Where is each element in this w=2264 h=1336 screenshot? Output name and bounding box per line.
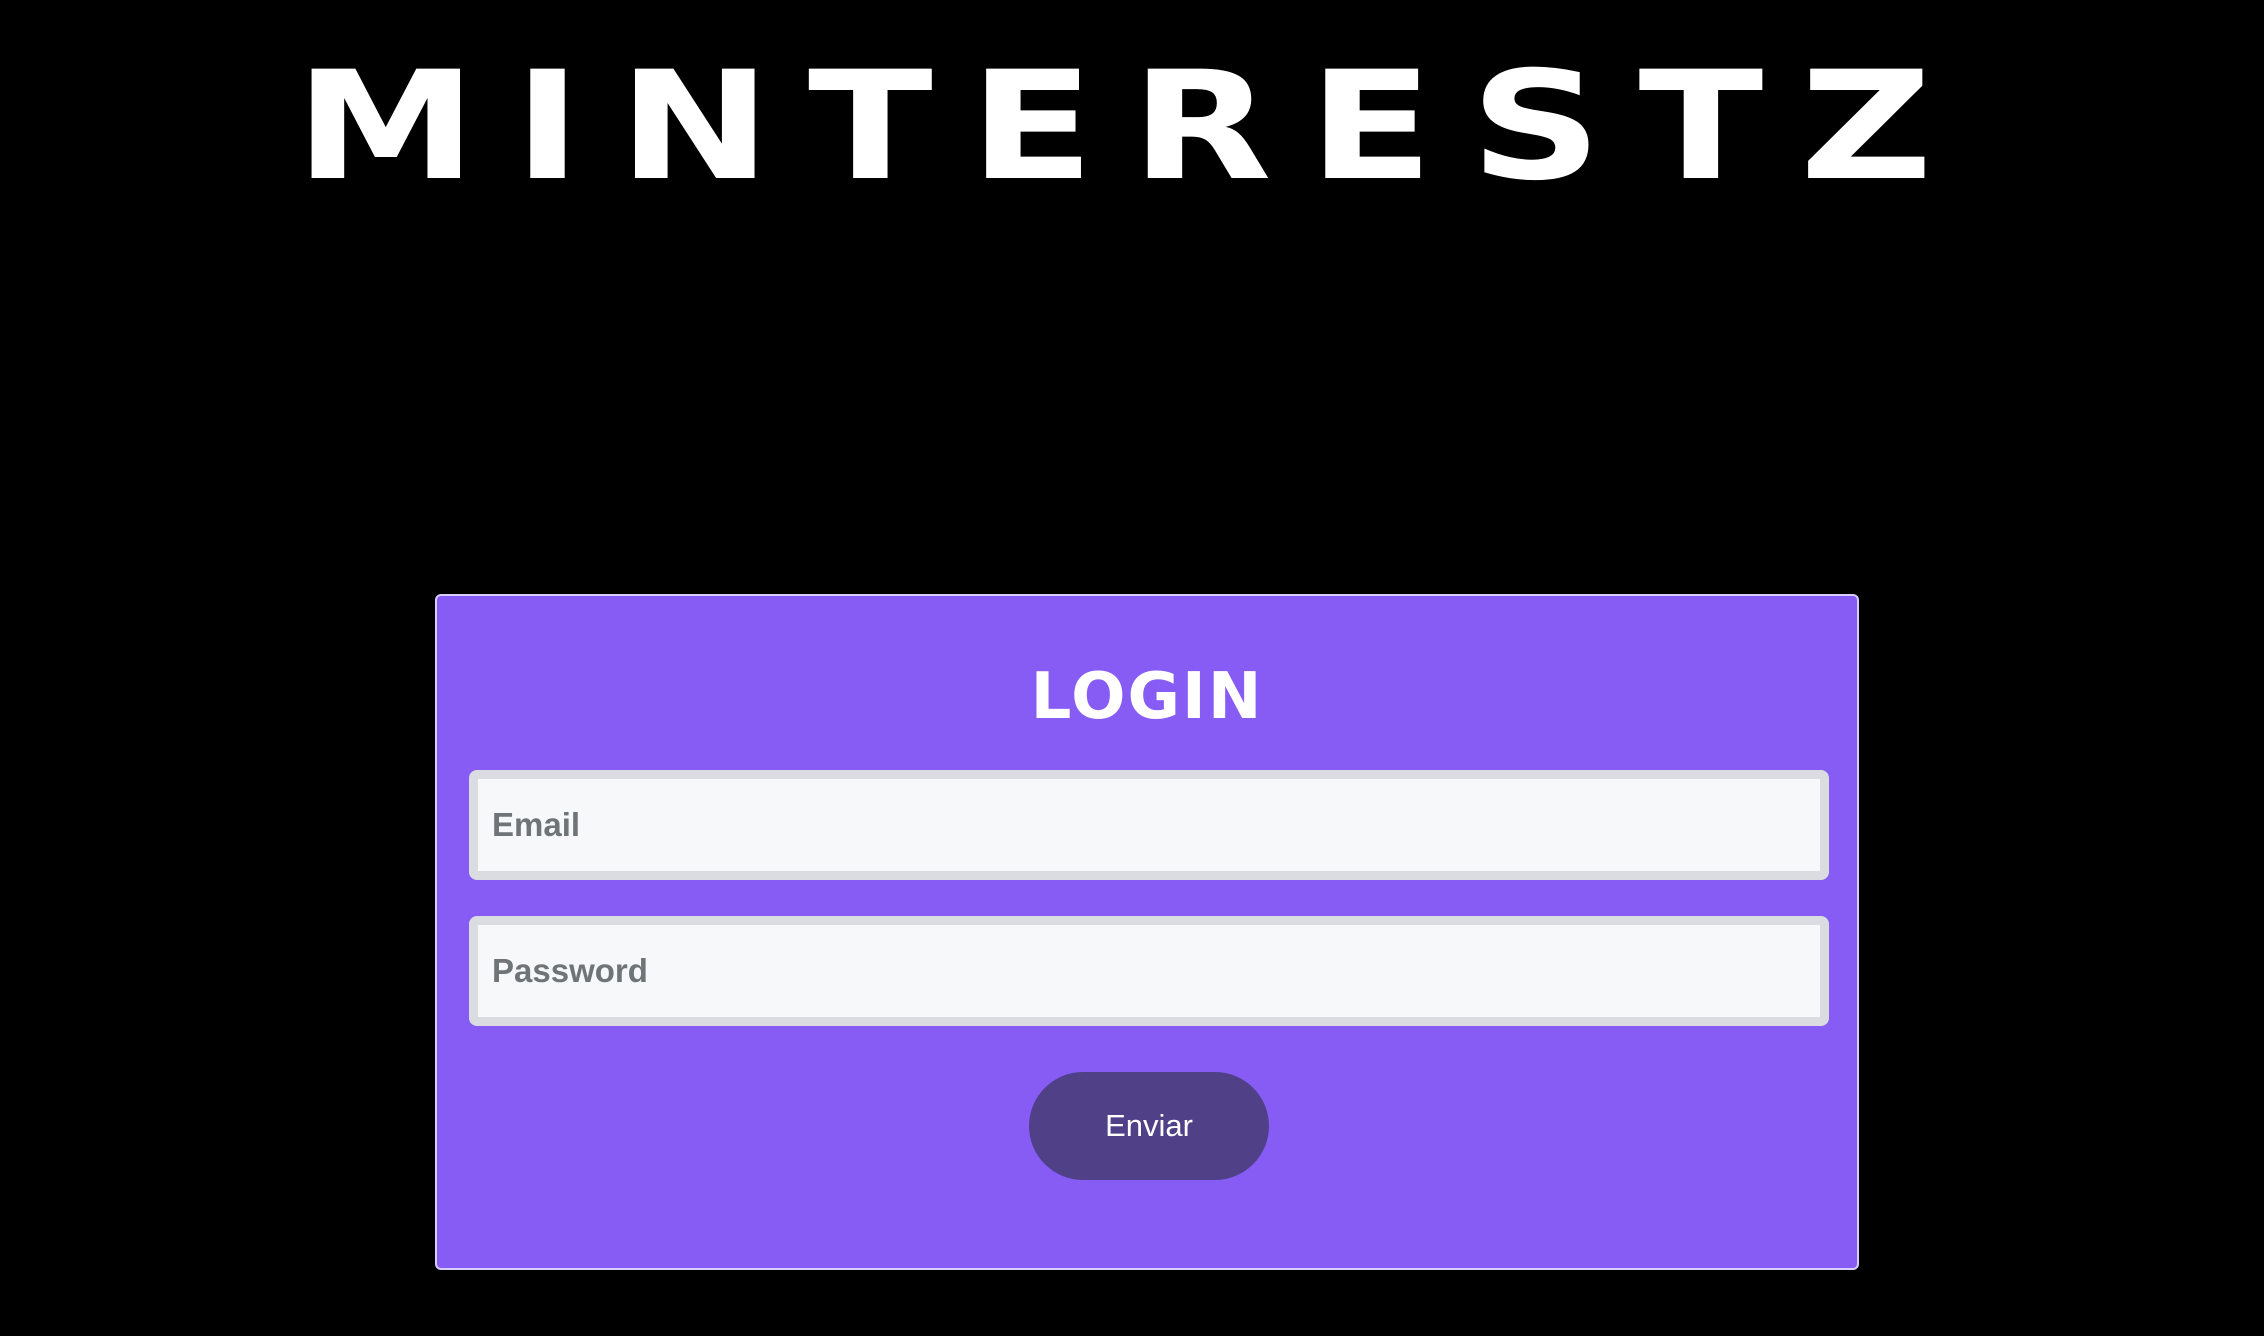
login-title: LOGIN: [1030, 660, 1264, 734]
email-field[interactable]: [469, 770, 1829, 880]
login-card: LOGIN Enviar: [435, 594, 1859, 1270]
page: MINTERESTZ LOGIN Enviar: [0, 0, 2264, 1336]
brand-logo: MINTERESTZ: [294, 40, 1970, 214]
password-field[interactable]: [469, 916, 1829, 1026]
submit-button[interactable]: Enviar: [1029, 1072, 1269, 1180]
